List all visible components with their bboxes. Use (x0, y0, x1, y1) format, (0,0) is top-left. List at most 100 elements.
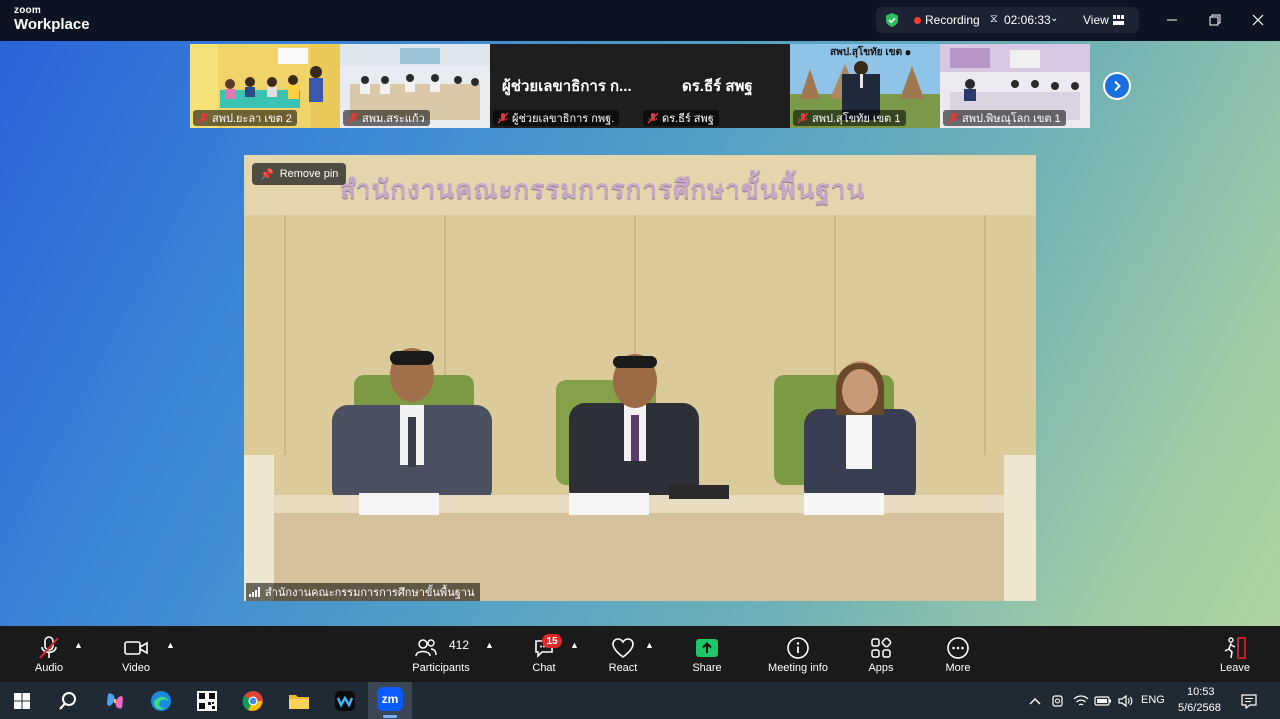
react-button[interactable]: React (604, 626, 642, 682)
muted-microphone-icon (39, 636, 59, 659)
thumbnail-name: สพป.พิษณุโลก เขต 1 (962, 113, 1061, 125)
close-button[interactable] (1248, 10, 1268, 30)
chat-button[interactable]: 15 Chat (525, 626, 563, 682)
muted-mic-icon (797, 112, 809, 124)
folder-icon (289, 695, 309, 709)
apps-label: Apps (868, 662, 894, 674)
copilot-icon (107, 693, 123, 709)
windows-logo-icon (14, 693, 30, 709)
thumbnail-name: สพม.สระแก้ว (362, 113, 425, 125)
close-icon (1252, 14, 1264, 26)
chat-unread-badge: 15 (542, 634, 562, 648)
participant-thumbnail-strip: สพป.ยะลา เขต 2 สพม.สระแก้ว ผู้ช่วยเลขาธิ… (190, 44, 1090, 128)
clock-time[interactable]: 10:53 (1187, 686, 1215, 698)
thumbnail-tile[interactable]: ดร.ธีร์ สพฐ ดร.ธีร์ สพฐ (640, 44, 790, 128)
participants-button[interactable]: 412 Participants (405, 626, 477, 682)
audio-button[interactable]: Audio (30, 626, 68, 682)
clock-date[interactable]: 5/6/2568 (1178, 702, 1221, 714)
active-zoom-app[interactable]: zm (368, 682, 412, 719)
view-button[interactable]: View (1083, 13, 1109, 27)
qr-code-icon (197, 691, 217, 711)
chrome-browser-icon (242, 691, 263, 711)
webex-app[interactable] (330, 686, 360, 716)
thumbnail-caption: สพม.สระแก้ว (343, 110, 430, 126)
brand-big: Workplace (14, 16, 90, 33)
video-camera-icon (124, 641, 148, 655)
tray-meet-now[interactable] (1049, 686, 1067, 716)
hourglass-icon: ⧖ (990, 13, 998, 25)
chevron-down-icon[interactable]: ⌄ (1050, 13, 1058, 24)
muted-mic-icon (947, 112, 959, 124)
remove-pin-label: Remove pin (279, 168, 339, 180)
zoom-app-label: zm (381, 692, 399, 706)
notification-icon (1241, 694, 1257, 709)
participants-options-caret-icon[interactable]: ▲ (485, 640, 494, 650)
start-button[interactable] (7, 686, 37, 716)
thumbnail-tile[interactable]: ผู้ช่วยเลขาธิการ ก... ผู้ช่วยเลขาธิการ ก… (490, 44, 640, 128)
thumbnail-name: สพป.ยะลา เขต 2 (212, 113, 292, 125)
leave-label: Leave (1220, 662, 1250, 674)
edge-app[interactable] (146, 686, 176, 716)
more-dots-icon (947, 637, 969, 659)
gallery-view-icon[interactable] (1113, 15, 1124, 25)
tray-overflow-button[interactable] (1027, 686, 1043, 716)
tray-wifi[interactable] (1072, 686, 1090, 716)
audio-label: Audio (34, 662, 64, 674)
minimize-icon (1167, 19, 1177, 21)
chrome-app[interactable] (238, 686, 268, 716)
recording-dot-icon (914, 17, 921, 24)
battery-charging-icon (1094, 696, 1111, 706)
chat-label: Chat (532, 662, 556, 674)
participants-icon (415, 639, 437, 657)
chat-options-caret-icon[interactable]: ▲ (570, 640, 579, 650)
notification-center-button[interactable] (1238, 686, 1260, 716)
share-label: Share (692, 662, 722, 674)
zoom-workplace-logo: zoom Workplace (14, 6, 90, 33)
video-button[interactable]: Video (117, 626, 155, 682)
participants-label: Participants (412, 662, 470, 674)
restore-button[interactable] (1205, 10, 1225, 30)
apps-button[interactable]: Apps (862, 626, 900, 682)
next-page-button[interactable] (1103, 72, 1131, 100)
thumbnail-caption: สพป.สุโขทัย เขต 1 (793, 110, 906, 126)
muted-mic-icon (497, 112, 509, 124)
heart-icon (612, 638, 634, 659)
muted-mic-icon (647, 112, 659, 124)
meeting-info-button[interactable]: Meeting info (762, 626, 834, 682)
copilot-app[interactable] (100, 686, 130, 716)
audio-options-caret-icon[interactable]: ▲ (74, 640, 83, 650)
file-explorer-app[interactable] (284, 686, 314, 716)
meeting-stage: สพป.ยะลา เขต 2 สพม.สระแก้ว ผู้ช่วยเลขาธิ… (0, 41, 1280, 626)
input-language[interactable]: ENG (1141, 694, 1165, 706)
more-button[interactable]: More (939, 626, 977, 682)
leave-button[interactable]: Leave (1216, 626, 1254, 682)
restore-icon (1209, 14, 1221, 26)
qr-app[interactable] (192, 686, 222, 716)
search-button[interactable] (53, 686, 83, 716)
tray-battery[interactable] (1094, 686, 1112, 716)
thumbnail-caption: ผู้ช่วยเลขาธิการ กพฐ. (493, 110, 620, 126)
thumbnail-tile[interactable]: สพม.สระแก้ว (340, 44, 490, 128)
chevron-up-icon (1029, 698, 1041, 705)
share-screen-icon (696, 639, 718, 657)
apps-grid-icon (871, 637, 892, 658)
thumbnail-tile[interactable]: สพป.พิษณุโลก เขต 1 (940, 44, 1090, 128)
thumbnail-tile[interactable]: สพป.สุโขทัย เขต ๑ สพป.สุโขทัย เขต 1 (790, 44, 940, 128)
thumbnail-tile[interactable]: สพป.ยะลา เขต 2 (190, 44, 340, 128)
meeting-toolbar: Audio ▲ Video ▲ 412 Participants ▲ 15 Ch… (0, 626, 1280, 682)
minimize-button[interactable] (1162, 10, 1182, 30)
react-label: React (608, 662, 638, 674)
security-shield-icon[interactable] (884, 12, 900, 28)
wifi-icon (1073, 695, 1089, 706)
remove-pin-button[interactable]: 📌 Remove pin (252, 163, 347, 185)
recording-label[interactable]: Recording (925, 13, 980, 27)
tray-volume[interactable] (1116, 686, 1134, 716)
more-label: More (945, 662, 971, 674)
edge-browser-icon (151, 691, 171, 711)
react-options-caret-icon[interactable]: ▲ (645, 640, 654, 650)
leave-exit-icon (1224, 637, 1246, 659)
thumbnail-caption: ดร.ธีร์ สพฐ (643, 110, 719, 126)
video-options-caret-icon[interactable]: ▲ (166, 640, 175, 650)
share-button[interactable]: Share (688, 626, 726, 682)
pinned-video[interactable]: สำนักงานคณะกรรมการการศึกษาขั้นพื้นฐาน 📌 … (244, 155, 1036, 601)
